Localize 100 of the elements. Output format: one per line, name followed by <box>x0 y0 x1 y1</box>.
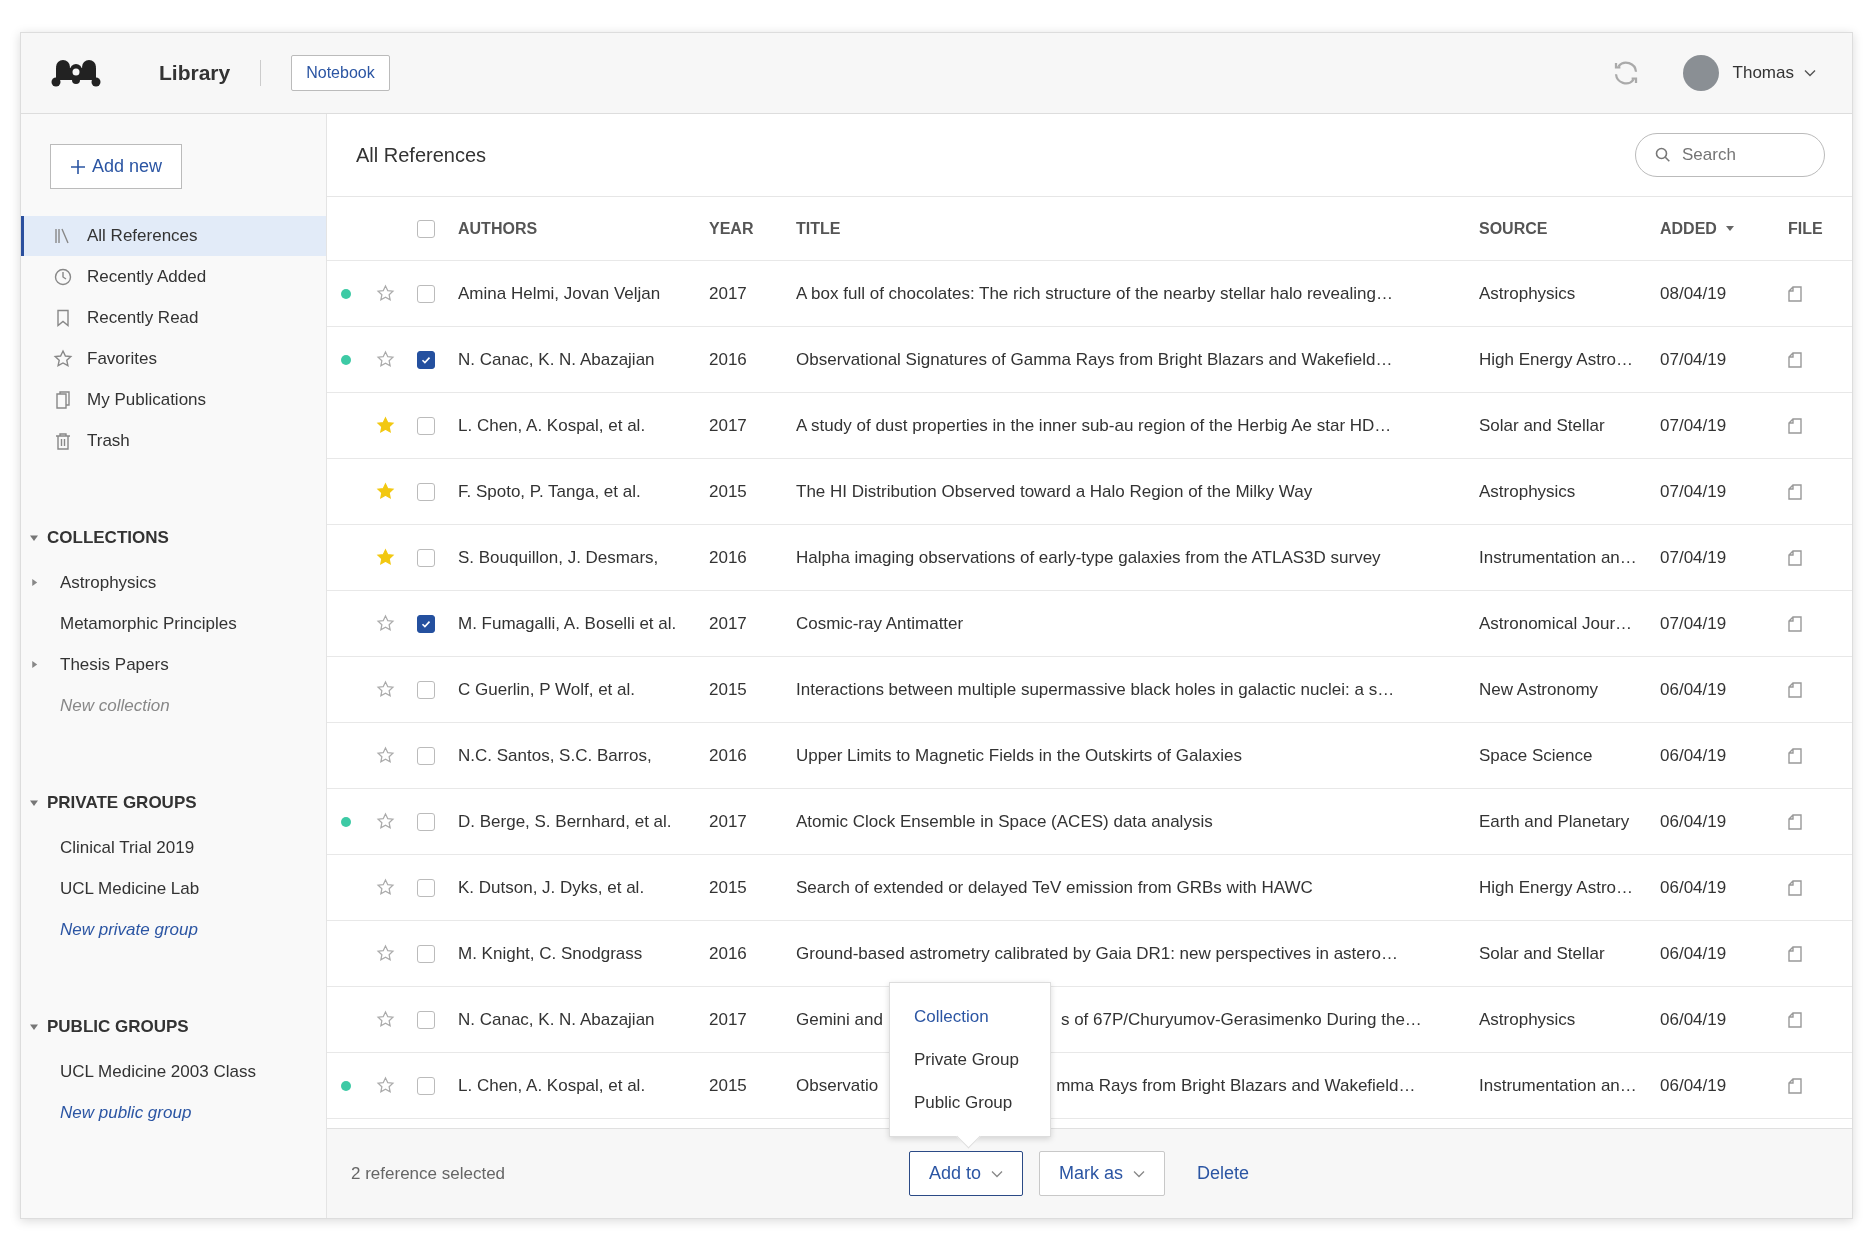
expand-triangle-icon[interactable] <box>30 578 39 587</box>
row-checkbox[interactable] <box>417 1010 435 1029</box>
trash-icon <box>53 431 73 451</box>
logo-icon <box>51 58 101 88</box>
table-cell: A study of dust properties in the inner sub-au region of the Herbig Ae star HD… <box>796 415 1392 436</box>
document-icon[interactable] <box>1788 945 1802 962</box>
document-icon[interactable] <box>1788 747 1802 764</box>
document-icon[interactable] <box>1788 351 1802 368</box>
collapse-triangle-icon[interactable] <box>29 798 39 808</box>
star-icon[interactable] <box>375 350 395 369</box>
table-cell: mma Rays from Bright Blazars and Wakefield… <box>1056 1075 1416 1096</box>
chevron-down-icon <box>1804 69 1816 77</box>
star-icon[interactable] <box>375 944 395 963</box>
column-header[interactable]: YEAR <box>709 219 754 238</box>
select-all-checkbox[interactable] <box>417 219 435 238</box>
document-icon[interactable] <box>1788 681 1802 698</box>
sidebar-item[interactable]: All References <box>21 216 326 256</box>
sidebar-item[interactable]: Trash <box>21 421 326 461</box>
table-cell: Solar and Stellar <box>1479 943 1605 964</box>
delete-link[interactable]: Delete <box>1191 1162 1256 1185</box>
star-icon[interactable] <box>375 878 395 897</box>
document-icon[interactable] <box>1788 813 1802 830</box>
document-icon[interactable] <box>1788 1077 1802 1094</box>
table-cell: 2015 <box>709 679 747 700</box>
user-menu[interactable]: Thomas <box>1732 63 1816 83</box>
column-header[interactable]: FILE <box>1788 219 1823 238</box>
row-checkbox[interactable] <box>417 878 435 897</box>
plus-icon <box>70 158 86 175</box>
row-checkbox[interactable] <box>417 416 435 435</box>
star-icon[interactable] <box>375 284 395 303</box>
document-icon[interactable] <box>1788 285 1802 302</box>
new-item-link[interactable]: New private group <box>60 919 198 940</box>
table-cell: M. Knight, C. Snodgrass <box>458 943 643 964</box>
document-icon[interactable] <box>1788 1011 1802 1028</box>
row-checkbox[interactable] <box>417 1076 435 1095</box>
table-cell: 06/04/19 <box>1660 679 1727 700</box>
table-cell: 07/04/19 <box>1660 349 1727 370</box>
row-checkbox[interactable] <box>417 680 435 699</box>
row-checkbox[interactable] <box>417 350 435 369</box>
table-cell: A box full of chocolates: The rich structure of the nearby stellar halo revealing… <box>796 283 1393 304</box>
table-cell: Earth and Planetary <box>1479 811 1630 832</box>
column-header[interactable]: ADDED <box>1660 219 1717 238</box>
table-cell: 07/04/19 <box>1660 547 1727 568</box>
sidebar-item[interactable]: UCL Medicine 2003 Class <box>60 1061 256 1082</box>
document-icon[interactable] <box>1788 615 1802 632</box>
table-cell: N. Canac, K. N. Abazajian <box>458 1009 655 1030</box>
column-header[interactable]: AUTHORS <box>458 219 538 238</box>
add-to-button[interactable]: Add to <box>909 1151 1024 1196</box>
menu-item[interactable]: Private Group <box>890 1038 1050 1081</box>
sidebar-item[interactable]: UCL Medicine Lab <box>60 878 200 899</box>
star-icon[interactable] <box>375 680 395 699</box>
sidebar-item[interactable]: My Publications <box>21 380 326 420</box>
collapse-triangle-icon[interactable] <box>29 1022 39 1032</box>
table-cell: Astronomical Jour… <box>1479 613 1633 634</box>
table-cell: Upper Limits to Magnetic Fields in the Outskirts of Galaxies <box>796 745 1242 766</box>
star-icon[interactable] <box>375 812 395 831</box>
new-item-link[interactable]: New public group <box>60 1102 192 1123</box>
star-icon[interactable] <box>375 614 395 633</box>
row-checkbox[interactable] <box>417 746 435 765</box>
star-icon[interactable] <box>375 482 395 501</box>
collapse-triangle-icon[interactable] <box>29 533 39 543</box>
star-icon[interactable] <box>375 1076 395 1095</box>
mark-as-button[interactable]: Mark as <box>1039 1151 1166 1196</box>
table-cell: Halpha imaging observations of early-type galaxies from the ATLAS3D survey <box>796 547 1381 568</box>
star-icon[interactable] <box>375 416 395 435</box>
row-checkbox[interactable] <box>417 482 435 501</box>
document-icon[interactable] <box>1788 879 1802 896</box>
sidebar-item[interactable]: Recently Read <box>21 298 326 338</box>
search-field[interactable]: Search <box>1635 133 1825 177</box>
star-icon[interactable] <box>375 746 395 765</box>
document-icon[interactable] <box>1788 483 1802 500</box>
menu-item[interactable]: Public Group <box>890 1081 1050 1124</box>
star-icon[interactable] <box>375 548 395 567</box>
sidebar-item[interactable]: Metamorphic Principles <box>60 613 237 634</box>
table-cell: 06/04/19 <box>1660 1075 1727 1096</box>
avatar[interactable] <box>1682 55 1719 91</box>
document-icon[interactable] <box>1788 549 1802 566</box>
sidebar-item[interactable]: Astrophysics <box>60 572 157 593</box>
row-checkbox[interactable] <box>417 812 435 831</box>
sidebar-item[interactable]: Favorites <box>21 339 326 379</box>
star-icon[interactable] <box>375 1010 395 1029</box>
sidebar-item[interactable]: Clinical Trial 2019 <box>60 837 195 858</box>
menu-item[interactable]: Collection <box>890 995 1050 1038</box>
sidebar-item[interactable]: Thesis Papers <box>60 654 169 675</box>
row-checkbox[interactable] <box>417 548 435 567</box>
table-cell: 2015 <box>709 1075 747 1096</box>
notebook-button[interactable]: Notebook <box>291 55 390 91</box>
row-checkbox[interactable] <box>417 944 435 963</box>
row-checkbox[interactable] <box>417 284 435 303</box>
expand-triangle-icon[interactable] <box>30 660 39 669</box>
row-checkbox[interactable] <box>417 614 435 633</box>
table-cell: The HI Distribution Observed toward a Halo Region of the Milky Way <box>796 481 1313 502</box>
table-cell: High Energy Astro… <box>1479 349 1633 370</box>
table-cell: Search of extended or delayed TeV emission from GRBs with HAWC <box>796 877 1313 898</box>
column-header[interactable]: TITLE <box>796 219 841 238</box>
selection-count: 2 reference selected <box>351 1163 507 1184</box>
add-new-button[interactable]: Add new <box>50 144 183 189</box>
document-icon[interactable] <box>1788 417 1802 434</box>
sidebar-item[interactable]: Recently Added <box>21 257 326 297</box>
column-header[interactable]: SOURCE <box>1479 219 1548 238</box>
